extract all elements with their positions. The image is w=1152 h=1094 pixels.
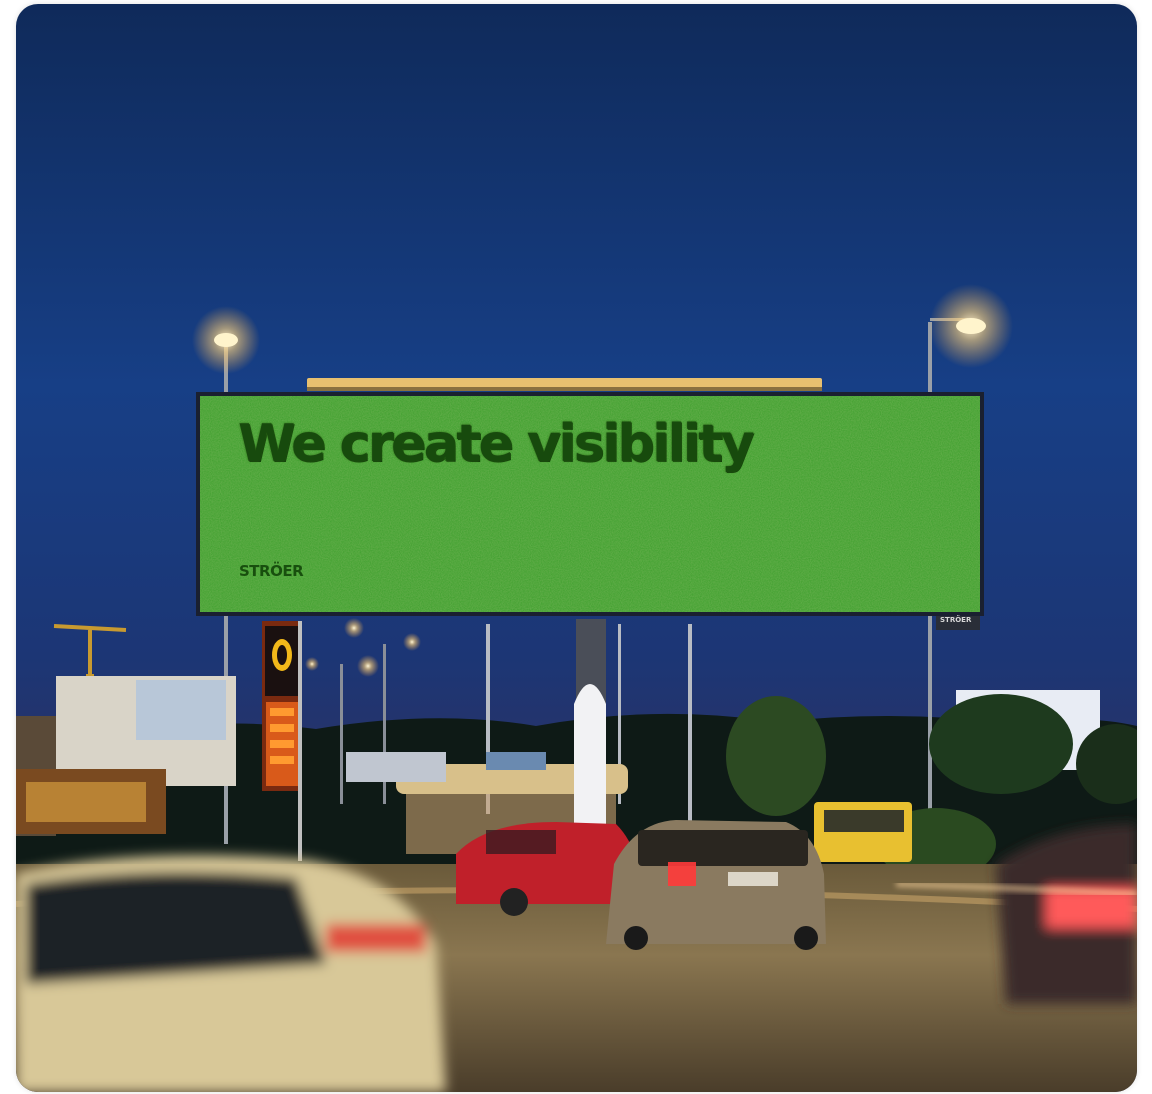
photo-frame: We create visibility STRÖER STRÖER: [16, 4, 1137, 1092]
billboard-headline: We create visibility: [238, 414, 754, 474]
billboard-frame-plate: STRÖER: [940, 616, 972, 624]
night-street-scene: [16, 4, 1137, 1092]
billboard-logo: STRÖER: [239, 562, 304, 580]
blurred-car-left: [16, 855, 446, 1092]
silver-car: [606, 820, 826, 950]
